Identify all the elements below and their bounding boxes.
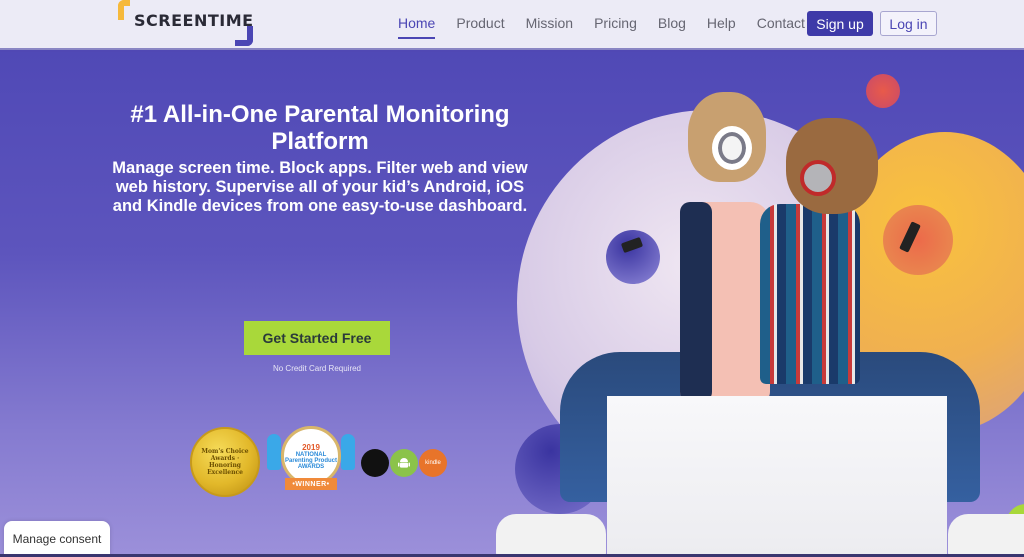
hero-section: #1 All-in-One Parental Monitoring Platfo… xyxy=(0,52,1024,557)
android-icon xyxy=(390,449,418,477)
white-box-seat xyxy=(607,396,947,557)
nappa-kid-right-icon xyxy=(341,434,355,470)
girl-overalls-illustration xyxy=(680,202,712,402)
moms-choice-text: Mom's Choice Awards · Honoring Excellenc… xyxy=(201,448,249,476)
screentime-logo[interactable]: SCREENTIME xyxy=(118,0,253,46)
nappa-winner-ribbon: •WINNER• xyxy=(285,478,337,490)
girl-headphones-icon xyxy=(712,126,752,170)
android-glyph-icon xyxy=(398,458,410,468)
nav-home[interactable]: Home xyxy=(398,15,436,39)
logo-bracket-blue-icon xyxy=(235,26,253,46)
nav-blog[interactable]: Blog xyxy=(658,15,686,31)
nav-pricing[interactable]: Pricing xyxy=(594,15,637,31)
hero-headline: #1 All-in-One Parental Monitoring Platfo… xyxy=(130,101,510,155)
boy-headphones-icon xyxy=(800,160,836,196)
nappa-year: 2019 xyxy=(302,442,320,452)
decor-circle-red-mid xyxy=(883,205,953,275)
signup-button[interactable]: Sign up xyxy=(807,11,873,36)
login-button[interactable]: Log in xyxy=(880,11,937,36)
nav-product[interactable]: Product xyxy=(456,15,504,31)
right-sneaker-illustration xyxy=(948,514,1024,557)
nav-help[interactable]: Help xyxy=(707,15,736,31)
get-started-button[interactable]: Get Started Free xyxy=(244,321,390,355)
manage-consent-button[interactable]: Manage consent xyxy=(4,521,110,557)
site-header: SCREENTIME Home Product Mission Pricing … xyxy=(0,0,1024,50)
logo-bracket-yellow-icon xyxy=(118,0,130,20)
boy-plaid-shirt-illustration xyxy=(760,204,860,384)
hero-subtext: Manage screen time. Block apps. Filter w… xyxy=(112,159,528,215)
nav-mission[interactable]: Mission xyxy=(526,15,573,31)
nappa-kid-left-icon xyxy=(267,434,281,470)
main-nav: Home Product Mission Pricing Blog Help C… xyxy=(398,0,826,46)
moms-choice-award-badge: Mom's Choice Awards · Honoring Excellenc… xyxy=(190,427,260,497)
nappa-seal: 2019 NATIONAL Parenting Product AWARDS xyxy=(281,426,341,486)
kindle-icon: kindle xyxy=(419,449,447,477)
nappa-title: NATIONAL Parenting Product AWARDS xyxy=(284,451,337,470)
decor-circle-red-small xyxy=(866,74,900,108)
left-sneaker-illustration xyxy=(496,514,606,557)
nappa-award-badge: 2019 NATIONAL Parenting Product AWARDS •… xyxy=(267,426,355,496)
nav-contact[interactable]: Contact xyxy=(757,15,805,31)
no-credit-card-note: No Credit Card Required xyxy=(272,364,362,373)
apple-icon xyxy=(361,449,389,477)
